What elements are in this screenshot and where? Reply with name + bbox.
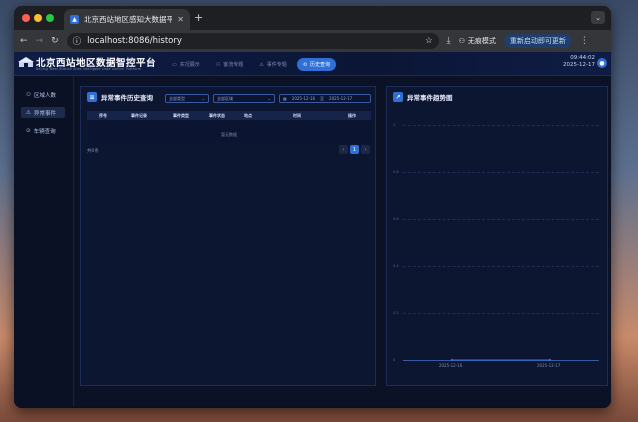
column-header: 时间	[293, 112, 301, 118]
calendar-icon: ▦	[283, 96, 287, 101]
tab-title: 北京西站地区感知大数据平台	[84, 15, 173, 24]
sidebar-item-abnormal-events[interactable]: ⚠ 异常事件	[21, 107, 65, 118]
url-text[interactable]: localhost:8086/history	[87, 36, 419, 46]
trend-panel: ↗ 异常事件趋势图 1 0.8 0.6 0.4 0.2 0 2025-12-16 2025-1…	[386, 86, 608, 386]
page-1-button[interactable]: 1	[350, 145, 359, 154]
clock: 09:44:02 2025-12-17	[563, 55, 595, 69]
people-icon: ⚇	[215, 61, 221, 68]
close-tab-icon[interactable]: ✕	[177, 15, 184, 24]
car-icon: ⊙	[26, 127, 31, 134]
empty-text: 暂无数据	[221, 132, 237, 137]
next-page-button[interactable]: ›	[361, 145, 370, 154]
forward-icon[interactable]: →	[36, 36, 44, 46]
column-header: 地点	[244, 112, 252, 118]
app-header: 北京西站地区数据智控平台 Beijing West Station Area I…	[14, 52, 611, 76]
column-header: 事件类型	[173, 112, 189, 118]
nav-history[interactable]: ⟲ 历史查询	[296, 58, 336, 71]
incognito-button[interactable]: ⚇ 无痕模式	[459, 36, 496, 46]
app-page: 北京西站地区数据智控平台 Beijing West Station Area I…	[14, 52, 611, 408]
tab-menu-button[interactable]: ⌄	[591, 11, 605, 24]
sidebar-item-vehicle-query[interactable]: ⊙ 车辆查询	[21, 125, 65, 136]
browser-toolbar: ← → ↻ ⓘ localhost:8086/history ☆ ⤓ ⚇ 无痕模…	[14, 30, 611, 52]
nav-events-label: 事件专题	[266, 62, 287, 68]
type-filter-select[interactable]: 全部类型 ⌄	[165, 94, 209, 103]
nav-history-label: 历史查询	[309, 62, 330, 68]
history-panel-title: ≡ 异常事件历史查询	[87, 92, 153, 102]
reload-icon[interactable]: ↻	[51, 36, 59, 46]
table-header: 序号 事件记录 事件类型 事件状态 地点 时间 操作	[87, 111, 371, 120]
app-icon: ▲	[70, 15, 79, 24]
back-icon[interactable]: ←	[20, 36, 28, 46]
sidebar-item-area-count[interactable]: ⚇ 区域人数	[21, 89, 65, 100]
nav-events[interactable]: ⚠ 事件专题	[253, 58, 293, 71]
incognito-icon: ⚇	[458, 37, 465, 45]
sidebar-item-label: 车辆查询	[33, 128, 56, 135]
site-info-icon[interactable]: ⓘ	[73, 35, 82, 47]
tab-bar: ▲ 北京西站地区感知大数据平台 ✕ + ⌄	[14, 6, 611, 30]
people-icon: ⚇	[26, 91, 31, 98]
incognito-label: 无痕模式	[467, 37, 496, 45]
date-range-picker[interactable]: ▦ 2025-12-16 至 2025-12-17	[279, 94, 371, 103]
chevron-down-icon: ⌄	[267, 96, 271, 101]
warning-icon: ⚠	[26, 109, 31, 116]
download-icon[interactable]: ⤓	[447, 36, 451, 46]
trend-line-svg	[450, 358, 552, 362]
table-body: 暂无数据	[87, 120, 371, 142]
sidebar-item-label: 区域人数	[33, 92, 56, 99]
date-end[interactable]: 2025-12-17	[329, 96, 352, 101]
column-header: 事件记录	[131, 112, 147, 118]
area-filter-value: 全部区域	[217, 95, 233, 101]
app-brand-sub: Beijing West Station Area Intelligent Da…	[36, 67, 141, 71]
minimize-window-button[interactable]	[34, 14, 42, 22]
clock-time: 09:44:02	[570, 55, 595, 61]
date-start[interactable]: 2025-12-16	[292, 96, 315, 101]
data-point	[450, 358, 454, 362]
history-panel: ≡ 异常事件历史查询 全部类型 ⌄ 全部区域 ⌄ ▦ 2025-12-16 至 …	[80, 86, 376, 386]
alert-icon: ⚠	[259, 61, 264, 68]
browser-menu-icon[interactable]: ⋮	[580, 36, 589, 46]
new-tab-button[interactable]: +	[194, 11, 203, 24]
data-point	[548, 358, 552, 362]
bottom-bar	[14, 406, 611, 408]
chevron-down-icon: ⌄	[201, 96, 205, 101]
column-header: 序号	[99, 112, 107, 118]
station-logo-icon	[18, 57, 34, 67]
browser-tab[interactable]: ▲ 北京西站地区感知大数据平台 ✕	[64, 9, 190, 30]
column-header: 操作	[348, 112, 356, 118]
address-bar[interactable]: ⓘ localhost:8086/history ☆	[66, 33, 439, 49]
history-title: 异常事件历史查询	[101, 94, 153, 102]
user-avatar-icon[interactable]: ●	[597, 58, 607, 68]
nav-live[interactable]: ▭ 实况展示	[166, 58, 206, 71]
top-nav: ▭ 实况展示 ⚇ 客流专题 ⚠ 事件专题 ⟲ 历史查询	[166, 58, 336, 71]
clock-date: 2025-12-17	[563, 62, 595, 68]
area-filter-select[interactable]: 全部区域 ⌄	[213, 94, 275, 103]
maximize-window-button[interactable]	[46, 14, 54, 22]
column-header: 事件状态	[209, 112, 225, 118]
list-icon: ≡	[87, 92, 97, 102]
monitor-icon: ▭	[172, 61, 177, 68]
nav-passenger-label: 客流专题	[223, 62, 244, 68]
total-count: 共0条	[87, 149, 99, 154]
update-button[interactable]: 重新启动即可更新	[503, 34, 572, 48]
nav-live-label: 实况展示	[179, 62, 200, 68]
bookmark-star-icon[interactable]: ☆	[425, 36, 433, 46]
prev-page-button[interactable]: ‹	[339, 145, 348, 154]
sidebar: ⚇ 区域人数 ⚠ 异常事件 ⊙ 车辆查询	[14, 76, 74, 408]
nav-passenger[interactable]: ⚇ 客流专题	[210, 58, 250, 71]
date-separator: 至	[320, 95, 325, 101]
sidebar-item-label: 异常事件	[33, 110, 56, 117]
type-filter-value: 全部类型	[169, 95, 185, 101]
close-window-button[interactable]	[22, 14, 30, 22]
history-icon: ⟲	[302, 61, 307, 68]
browser-window: ▲ 北京西站地区感知大数据平台 ✕ + ⌄ ← → ↻ ⓘ localhost:…	[14, 6, 611, 408]
